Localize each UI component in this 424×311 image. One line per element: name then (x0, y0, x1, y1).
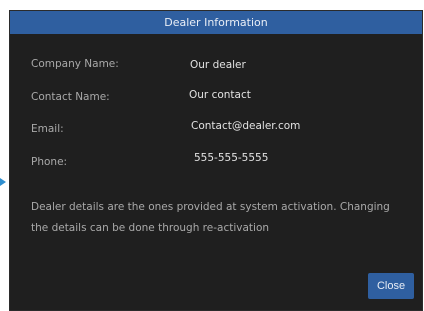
close-button[interactable]: Close (368, 273, 414, 299)
dealer-details-note: Dealer details are the ones provided at … (31, 201, 390, 234)
contact-name-label: Contact Name: (31, 91, 110, 103)
dealer-information-dialog: Dealer Information Company Name: Our dea… (9, 10, 423, 311)
company-name-value: Our dealer (190, 59, 246, 71)
dialog-title-bar: Dealer Information (10, 11, 422, 34)
company-name-label: Company Name: (31, 58, 119, 70)
email-value: Contact@dealer.com (191, 120, 301, 132)
contact-name-value: Our contact (189, 89, 251, 101)
email-label: Email: (31, 123, 64, 135)
phone-value: 555-555-5555 (194, 152, 269, 164)
arrow-right-icon (0, 178, 6, 186)
dialog-title: Dealer Information (164, 16, 268, 29)
phone-label: Phone: (31, 156, 68, 168)
